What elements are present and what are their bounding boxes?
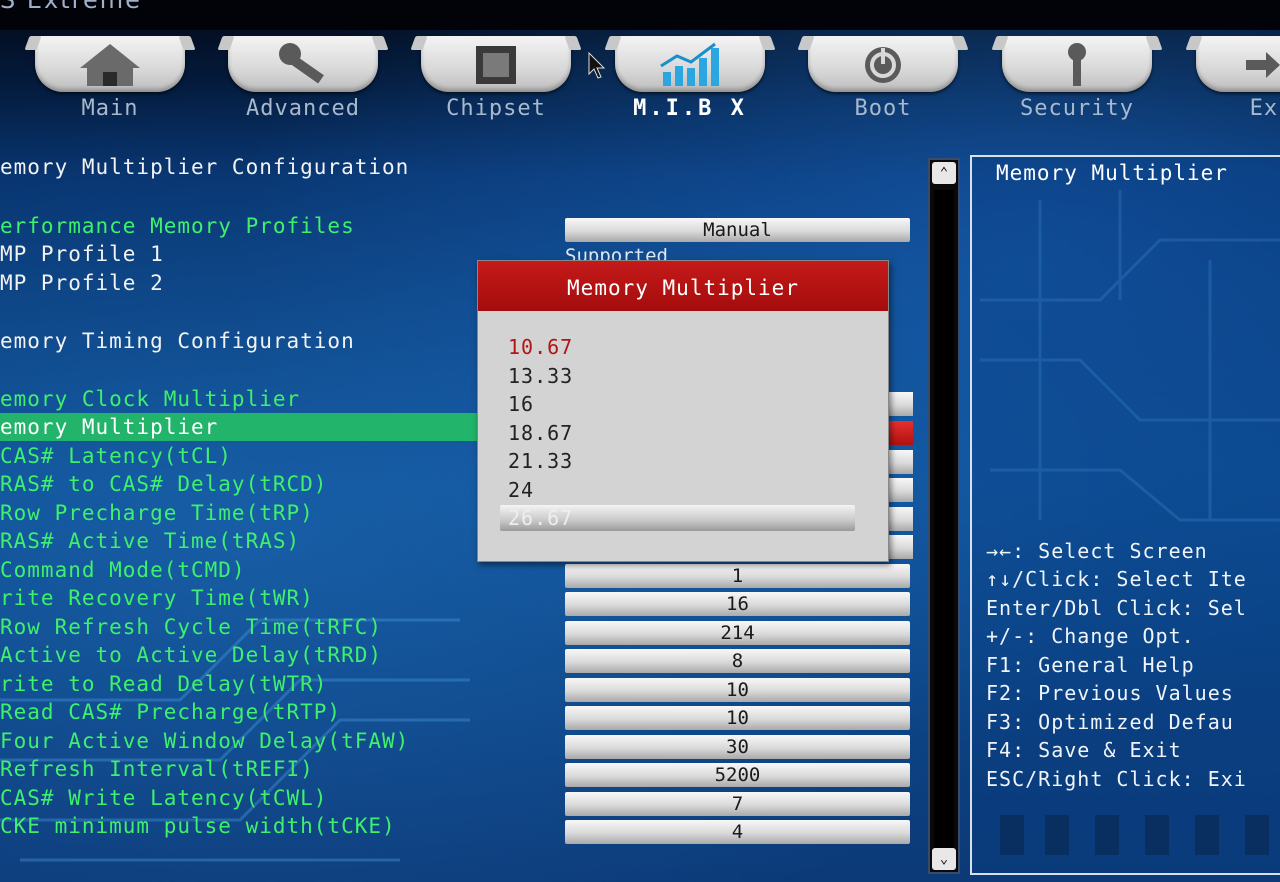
scroll-track[interactable]: [934, 190, 954, 866]
tab-security[interactable]: Security: [992, 32, 1162, 132]
scroll-down-button[interactable]: ⌄: [932, 848, 956, 870]
timing-tras[interactable]: RAS# Active Time(tRAS): [0, 527, 300, 555]
key-select-item: ↑↓/Click: Select Ite: [986, 567, 1247, 591]
key-change-opt: +/-: Change Opt.: [986, 624, 1195, 648]
popup-option-24[interactable]: 24: [508, 478, 534, 502]
timing-trcd[interactable]: RAS# to CAS# Delay(tRCD): [0, 470, 327, 498]
tab-advanced-label: Advanced: [246, 96, 360, 121]
xmp-profile-2: MP Profile 2: [0, 271, 164, 295]
xmp-mode-value[interactable]: Manual: [565, 218, 910, 242]
tab-boot-label: Boot: [854, 96, 912, 121]
timing-trefi[interactable]: Refresh Interval(tREFI): [0, 755, 314, 783]
tab-security-label: Security: [1020, 96, 1134, 121]
key-enter-select: Enter/Dbl Click: Sel: [986, 596, 1247, 620]
scroll-up-button[interactable]: ⌃: [932, 162, 956, 184]
mouse-cursor-icon: [588, 52, 606, 79]
memory-clock-multiplier[interactable]: emory Clock Multiplier: [0, 385, 300, 413]
popup-option-10-67[interactable]: 10.67: [508, 335, 573, 359]
timing-trfc[interactable]: Row Refresh Cycle Time(tRFC): [0, 613, 382, 641]
twtr-value[interactable]: 10: [565, 678, 910, 702]
popup-option-18-67[interactable]: 18.67: [508, 421, 573, 445]
brand-logo: S Extreme: [0, 0, 142, 14]
popup-option-13-33[interactable]: 13.33: [508, 364, 573, 388]
key-previous-values: F2: Previous Values: [986, 681, 1234, 705]
key-esc-exit: ESC/Right Click: Exi: [986, 767, 1247, 791]
power-icon: [865, 47, 901, 83]
key-optimized-defaults: F3: Optimized Defau: [986, 710, 1234, 734]
key-save-exit: F4: Save & Exit: [986, 738, 1182, 762]
timing-tcmd[interactable]: Command Mode(tCMD): [0, 556, 246, 584]
memory-multiplier-popup: Memory Multiplier 10.67 13.33 16 18.67 2…: [477, 260, 889, 562]
tab-main-label: Main: [81, 96, 139, 121]
exit-icon: [1246, 52, 1280, 78]
twr-value[interactable]: 16: [565, 592, 910, 616]
trtp-value[interactable]: 10: [565, 706, 910, 730]
tcmd-value[interactable]: 1: [565, 564, 910, 588]
key-icon: [1068, 43, 1086, 86]
chip-icon: [476, 46, 516, 84]
timing-trrd[interactable]: Active to Active Delay(tRRD): [0, 641, 382, 669]
popup-option-26-67[interactable]: 26.67: [508, 506, 573, 530]
key-general-help: F1: General Help: [986, 653, 1195, 677]
tcwl-value[interactable]: 7: [565, 792, 910, 816]
tab-exit-label: Exi: [1249, 96, 1280, 121]
section-memory-timing-config: emory Timing Configuration: [0, 329, 355, 353]
wrench-icon: [279, 43, 324, 84]
home-icon: [80, 44, 140, 86]
tab-exit[interactable]: Exi: [1186, 32, 1280, 132]
memory-multiplier-selected[interactable]: emory Multiplier: [0, 413, 480, 441]
timing-tfaw[interactable]: Four Active Window Delay(tFAW): [0, 727, 409, 755]
popup-option-21-33[interactable]: 21.33: [508, 449, 573, 473]
tcke-value[interactable]: 4: [565, 820, 910, 844]
timing-tcke[interactable]: CKE minimum pulse width(tCKE): [0, 812, 396, 840]
trfc-value[interactable]: 214: [565, 621, 910, 645]
trrd-value[interactable]: 8: [565, 649, 910, 673]
timing-tcwl[interactable]: CAS# Write Latency(tCWL): [0, 784, 327, 812]
timing-twtr[interactable]: rite to Read Delay(tWTR): [0, 670, 327, 698]
scrollbar[interactable]: ⌃ ⌄: [928, 158, 960, 874]
tab-chipset[interactable]: Chipset: [411, 32, 581, 132]
timing-trtp[interactable]: Read CAS# Precharge(tRTP): [0, 698, 341, 726]
tab-chipset-label: Chipset: [446, 96, 546, 121]
xmp-profile-1: MP Profile 1: [0, 242, 164, 266]
help-title: Memory Multiplier: [996, 161, 1228, 185]
tab-advanced[interactable]: Advanced: [218, 32, 388, 132]
tfaw-value[interactable]: 30: [565, 735, 910, 759]
tab-mib-x[interactable]: M.I.B X: [605, 32, 775, 132]
timing-tcl[interactable]: CAS# Latency(tCL): [0, 442, 232, 470]
help-panel: Memory Multiplier →←: Select Screen ↑↓/C…: [970, 155, 1280, 875]
top-bar: S Extreme: [0, 0, 1280, 30]
tab-boot[interactable]: Boot: [798, 32, 968, 132]
popup-option-16[interactable]: 16: [508, 392, 534, 416]
trefi-value[interactable]: 5200: [565, 763, 910, 787]
timing-twr[interactable]: rite Recovery Time(tWR): [0, 584, 314, 612]
tab-bar: Main Advanced Chipset M.I.B X Boot Secur…: [0, 32, 1280, 132]
popup-title: Memory Multiplier: [478, 261, 888, 311]
chart-icon: [660, 42, 719, 86]
tab-main[interactable]: Main: [25, 32, 195, 132]
key-select-screen: →←: Select Screen: [986, 539, 1208, 563]
tab-mib-x-label: M.I.B X: [633, 96, 747, 121]
section-memory-multiplier-config: emory Multiplier Configuration: [0, 155, 410, 179]
xmp-header[interactable]: erformance Memory Profiles: [0, 212, 355, 240]
timing-trp[interactable]: Row Precharge Time(tRP): [0, 499, 314, 527]
